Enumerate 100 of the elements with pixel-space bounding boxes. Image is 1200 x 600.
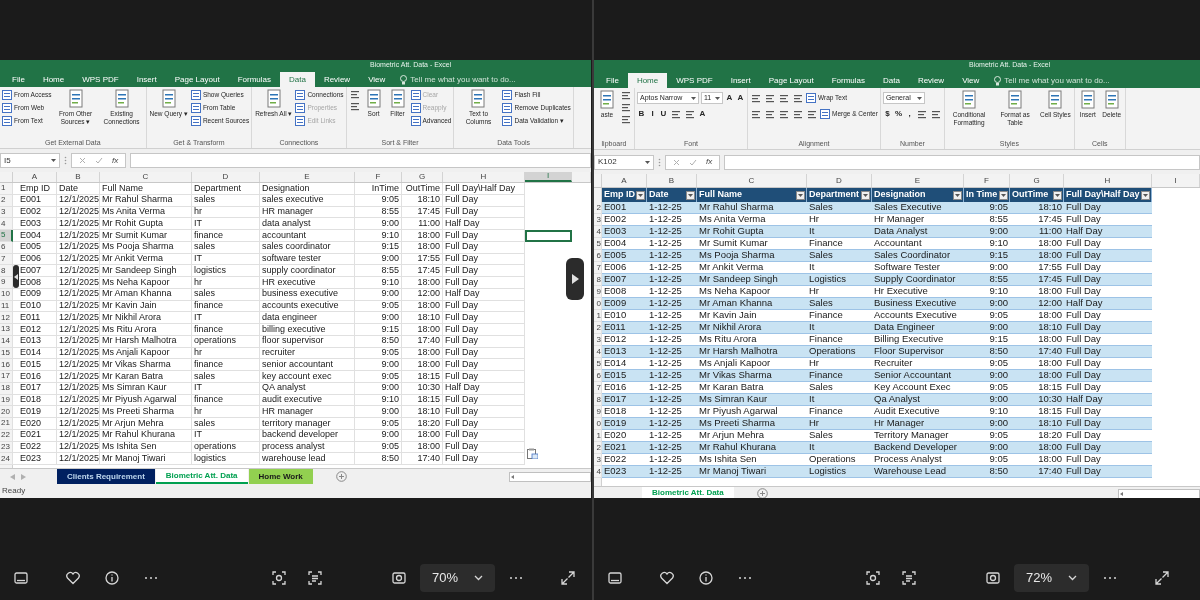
info-icon[interactable] <box>104 570 120 586</box>
menu-tab[interactable]: Insert <box>127 72 166 87</box>
clipboard-icon[interactable] <box>527 448 538 459</box>
add-sheet-icon[interactable] <box>756 488 768 498</box>
formula-input[interactable] <box>130 153 591 168</box>
column-header[interactable]: B <box>57 172 100 182</box>
column-header[interactable]: D <box>192 172 260 182</box>
column-header[interactable]: C <box>697 174 807 187</box>
row-header[interactable]: 21 <box>0 418 13 430</box>
format-button[interactable]: U <box>659 108 668 120</box>
filter-button[interactable] <box>953 190 962 200</box>
function-button[interactable]: fx <box>706 156 713 168</box>
image-icon[interactable] <box>985 570 1001 586</box>
lines-icon[interactable] <box>349 90 360 99</box>
menu-tab[interactable]: File <box>597 73 628 88</box>
format-button[interactable]: A <box>736 92 745 104</box>
menu-tab[interactable]: Data <box>280 72 315 87</box>
row-header[interactable]: 5 <box>0 230 13 242</box>
function-button[interactable]: fx <box>112 154 119 167</box>
text-scan-icon[interactable] <box>901 570 917 586</box>
format-button[interactable]: A <box>698 108 707 120</box>
row-header[interactable]: 1 <box>0 183 13 195</box>
lines-icon[interactable] <box>807 109 817 119</box>
name-box[interactable]: K102 <box>594 154 654 170</box>
filter-button[interactable] <box>796 190 805 200</box>
row-header[interactable]: 24 <box>0 453 13 465</box>
screen-icon[interactable] <box>13 570 29 586</box>
heart-icon[interactable] <box>65 570 81 586</box>
column-header[interactable]: E <box>260 172 355 182</box>
format-button[interactable]: $ <box>882 108 892 120</box>
lines-icon[interactable] <box>779 93 789 103</box>
search-hint[interactable]: Tell me what you want to do... <box>410 73 516 86</box>
info-icon[interactable] <box>698 570 714 586</box>
lines-icon[interactable] <box>765 93 775 103</box>
column-header[interactable]: A <box>13 172 57 182</box>
menu-tab[interactable]: Review <box>314 72 360 87</box>
lines-icon[interactable] <box>621 103 631 112</box>
filter-button[interactable] <box>999 190 1008 200</box>
left-triangle-icon[interactable] <box>510 473 516 480</box>
lines-icon[interactable] <box>751 109 761 119</box>
column-header[interactable]: F <box>355 172 402 182</box>
lines-icon[interactable] <box>779 109 789 119</box>
check-icon[interactable] <box>689 158 697 166</box>
lines-icon[interactable] <box>621 91 631 100</box>
lines-icon[interactable] <box>349 102 360 111</box>
formula-input[interactable] <box>724 154 1200 170</box>
menu-tab[interactable]: WPS PDF <box>667 73 722 88</box>
menu-tab[interactable]: Formulas <box>228 72 280 87</box>
sheet-tab[interactable]: Biometric Att. Data <box>155 469 248 484</box>
row-header[interactable]: 13 <box>0 324 13 336</box>
menu-tab[interactable]: View <box>953 73 989 88</box>
lines-icon[interactable] <box>671 109 681 119</box>
format-button[interactable]: % <box>893 108 903 120</box>
add-sheet-icon[interactable] <box>335 471 347 482</box>
format-button[interactable]: B <box>637 108 646 120</box>
sheet-tab[interactable]: Biometric Att. Data <box>642 487 734 498</box>
column-header[interactable]: I <box>525 172 572 182</box>
row-header[interactable]: 8 <box>0 265 13 277</box>
horizontal-scrollbar[interactable] <box>1118 488 1200 498</box>
filter-button[interactable] <box>1053 190 1062 200</box>
lines-icon[interactable] <box>621 115 631 124</box>
horizontal-scrollbar[interactable] <box>509 471 591 482</box>
zoom-dropdown[interactable]: 70% <box>420 564 495 592</box>
column-header[interactable]: E <box>872 174 964 187</box>
column-header[interactable]: D <box>807 174 872 187</box>
lines-icon[interactable] <box>917 109 927 119</box>
zoom-dropdown[interactable]: 72% <box>1014 564 1089 592</box>
column-header[interactable]: C <box>100 172 192 182</box>
row-header[interactable]: 4 <box>0 218 13 230</box>
row-header[interactable]: 17 <box>0 371 13 383</box>
screen-icon[interactable] <box>607 570 623 586</box>
column-header[interactable]: A <box>602 174 647 187</box>
format-button[interactable]: , <box>905 108 914 120</box>
column-header[interactable]: G <box>1010 174 1064 187</box>
lines-icon[interactable] <box>793 93 803 103</box>
row-header[interactable]: 12 <box>0 312 13 324</box>
selected-cell[interactable] <box>525 230 572 242</box>
format-button[interactable]: A <box>725 92 734 104</box>
sheet-tab[interactable]: Clients Requirement <box>57 469 155 484</box>
column-header[interactable]: H <box>443 172 525 182</box>
focus-icon[interactable] <box>271 570 287 586</box>
expand-icon[interactable] <box>560 570 576 586</box>
column-header[interactable]: G <box>402 172 443 182</box>
expand-icon[interactable] <box>1154 570 1170 586</box>
check-icon[interactable] <box>95 157 103 164</box>
menu-tab[interactable]: Insert <box>721 73 760 88</box>
menu-tab[interactable]: Formulas <box>822 73 874 88</box>
menu-tab[interactable]: Review <box>908 73 954 88</box>
filter-button[interactable] <box>861 190 870 200</box>
menu-tab[interactable]: Data <box>874 73 909 88</box>
filter-button[interactable] <box>636 190 645 200</box>
lines-icon[interactable] <box>765 109 775 119</box>
lines-icon[interactable] <box>685 109 695 119</box>
search-hint[interactable]: Tell me what you want to do... <box>1004 74 1110 87</box>
filter-button[interactable] <box>686 190 695 200</box>
left-triangle-icon[interactable] <box>1119 490 1125 497</box>
heart-icon[interactable] <box>659 570 675 586</box>
text-scan-icon[interactable] <box>307 570 323 586</box>
lines-icon[interactable] <box>931 109 941 119</box>
row-header[interactable]: 9 <box>0 277 13 289</box>
